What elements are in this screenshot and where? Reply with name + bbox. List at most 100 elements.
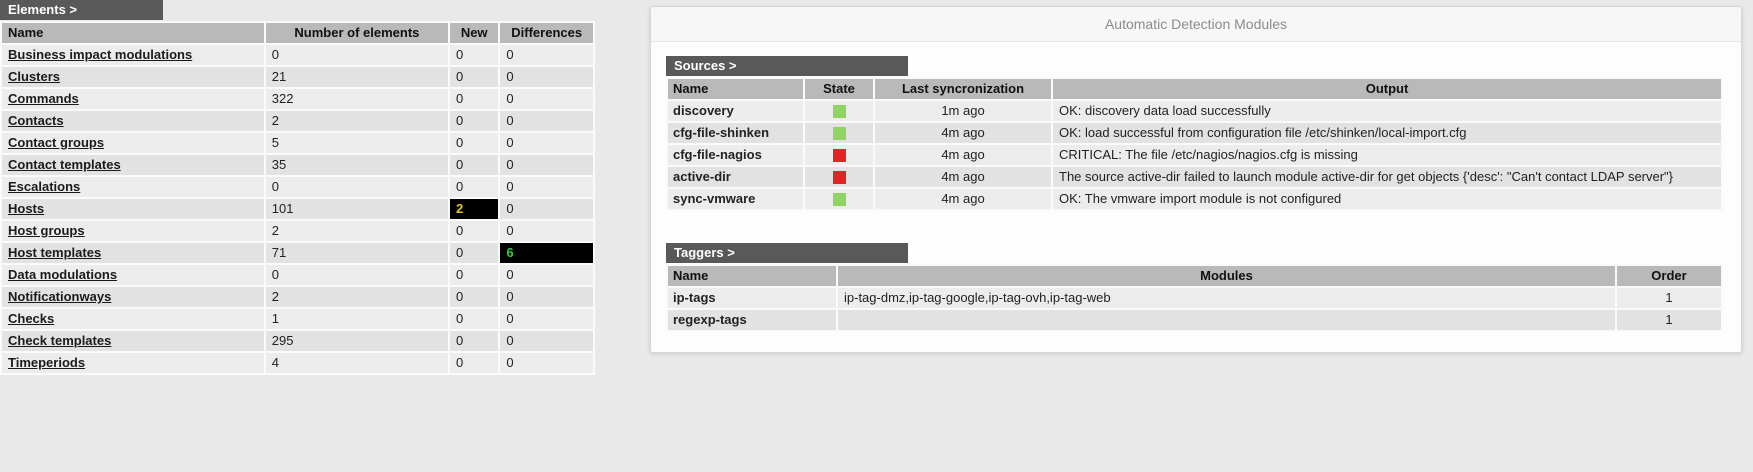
source-row: sync-vmware 4m ago OK: The vmware import… <box>668 189 1721 209</box>
element-count: 0 <box>266 45 448 65</box>
tagger-row: ip-tags ip-tag-dmz,ip-tag-google,ip-tag-… <box>668 288 1721 308</box>
element-new: 0 <box>450 133 498 153</box>
source-row: active-dir 4m ago The source active-dir … <box>668 167 1721 187</box>
source-name: sync-vmware <box>668 189 803 209</box>
source-name: cfg-file-nagios <box>668 145 803 165</box>
element-new: 0 <box>450 177 498 197</box>
element-link[interactable]: Hosts <box>8 201 44 216</box>
source-name: cfg-file-shinken <box>668 123 803 143</box>
element-link[interactable]: Notificationways <box>8 289 111 304</box>
column-header-modules: Modules <box>838 266 1615 286</box>
column-header-tagger-name: Name <box>668 266 836 286</box>
element-count: 71 <box>266 243 448 263</box>
element-count: 0 <box>266 177 448 197</box>
tagger-order: 1 <box>1617 288 1721 308</box>
table-row: Hosts 101 2 0 <box>2 199 593 219</box>
element-diff: 0 <box>500 199 593 219</box>
element-link[interactable]: Checks <box>8 311 54 326</box>
taggers-section-header: Taggers > <box>666 243 908 263</box>
element-diff: 0 <box>500 45 593 65</box>
column-header-name: Name <box>2 23 264 43</box>
table-row: Contact groups 5 0 0 <box>2 133 593 153</box>
table-row: Contacts 2 0 0 <box>2 111 593 131</box>
column-header-source-name: Name <box>668 79 803 99</box>
element-new: 0 <box>450 331 498 351</box>
source-last-sync: 4m ago <box>875 167 1051 187</box>
element-count: 2 <box>266 287 448 307</box>
element-new-highlighted: 2 <box>450 199 498 219</box>
element-diff: 0 <box>500 287 593 307</box>
element-link[interactable]: Check templates <box>8 333 111 348</box>
state-indicator <box>833 127 846 140</box>
element-count: 295 <box>266 331 448 351</box>
element-diff: 0 <box>500 67 593 87</box>
panel-title: Automatic Detection Modules <box>651 7 1741 42</box>
source-name: active-dir <box>668 167 803 187</box>
element-diff: 0 <box>500 353 593 373</box>
elements-table: Name Number of elements New Differences … <box>0 21 595 375</box>
source-output: OK: discovery data load successfully <box>1053 101 1721 121</box>
source-output: The source active-dir failed to launch m… <box>1053 167 1721 187</box>
element-link[interactable]: Business impact modulations <box>8 47 192 62</box>
tagger-modules: ip-tag-dmz,ip-tag-google,ip-tag-ovh,ip-t… <box>838 288 1615 308</box>
source-last-sync: 1m ago <box>875 101 1051 121</box>
source-name: discovery <box>668 101 803 121</box>
sources-table: Name State Last syncronization Output di… <box>666 77 1723 211</box>
source-output: CRITICAL: The file /etc/nagios/nagios.cf… <box>1053 145 1721 165</box>
source-row: cfg-file-nagios 4m ago CRITICAL: The fil… <box>668 145 1721 165</box>
state-indicator <box>833 171 846 184</box>
element-diff: 0 <box>500 331 593 351</box>
table-row: Data modulations 0 0 0 <box>2 265 593 285</box>
element-new: 0 <box>450 287 498 307</box>
element-new: 0 <box>450 67 498 87</box>
table-row: Contact templates 35 0 0 <box>2 155 593 175</box>
element-link[interactable]: Contact groups <box>8 135 104 150</box>
source-last-sync: 4m ago <box>875 189 1051 209</box>
element-link[interactable]: Commands <box>8 91 79 106</box>
element-link[interactable]: Clusters <box>8 69 60 84</box>
element-diff: 0 <box>500 111 593 131</box>
element-link[interactable]: Escalations <box>8 179 80 194</box>
element-link[interactable]: Host templates <box>8 245 101 260</box>
column-header-diff: Differences <box>500 23 593 43</box>
elements-section-header: Elements > <box>0 0 163 20</box>
state-indicator <box>833 193 846 206</box>
element-link[interactable]: Data modulations <box>8 267 117 282</box>
column-header-last-sync: Last syncronization <box>875 79 1051 99</box>
element-count: 5 <box>266 133 448 153</box>
element-diff: 0 <box>500 221 593 241</box>
table-row: Business impact modulations 0 0 0 <box>2 45 593 65</box>
elements-header-row: Name Number of elements New Differences <box>2 23 593 43</box>
element-new: 0 <box>450 155 498 175</box>
column-header-state: State <box>805 79 873 99</box>
element-count: 35 <box>266 155 448 175</box>
table-row: Escalations 0 0 0 <box>2 177 593 197</box>
elements-panel: Elements > Name Number of elements New D… <box>0 0 595 375</box>
element-count: 1 <box>266 309 448 329</box>
element-new: 0 <box>450 111 498 131</box>
element-diff-highlighted: 6 <box>500 243 593 263</box>
element-new: 0 <box>450 89 498 109</box>
element-count: 2 <box>266 221 448 241</box>
element-diff: 0 <box>500 309 593 329</box>
element-diff: 0 <box>500 177 593 197</box>
table-row: Host templates 71 0 6 <box>2 243 593 263</box>
element-new: 0 <box>450 309 498 329</box>
tagger-order: 1 <box>1617 310 1721 330</box>
table-row: Timeperiods 4 0 0 <box>2 353 593 373</box>
table-row: Host groups 2 0 0 <box>2 221 593 241</box>
table-row: Commands 322 0 0 <box>2 89 593 109</box>
source-output: OK: load successful from configuration f… <box>1053 123 1721 143</box>
table-row: Clusters 21 0 0 <box>2 67 593 87</box>
element-count: 322 <box>266 89 448 109</box>
table-row: Check templates 295 0 0 <box>2 331 593 351</box>
element-link[interactable]: Contact templates <box>8 157 121 172</box>
element-link[interactable]: Timeperiods <box>8 355 85 370</box>
element-link[interactable]: Contacts <box>8 113 64 128</box>
element-diff: 0 <box>500 89 593 109</box>
element-link[interactable]: Host groups <box>8 223 85 238</box>
element-new: 0 <box>450 353 498 373</box>
sources-section-header: Sources > <box>666 56 908 76</box>
state-indicator <box>833 149 846 162</box>
taggers-header-row: Name Modules Order <box>668 266 1721 286</box>
